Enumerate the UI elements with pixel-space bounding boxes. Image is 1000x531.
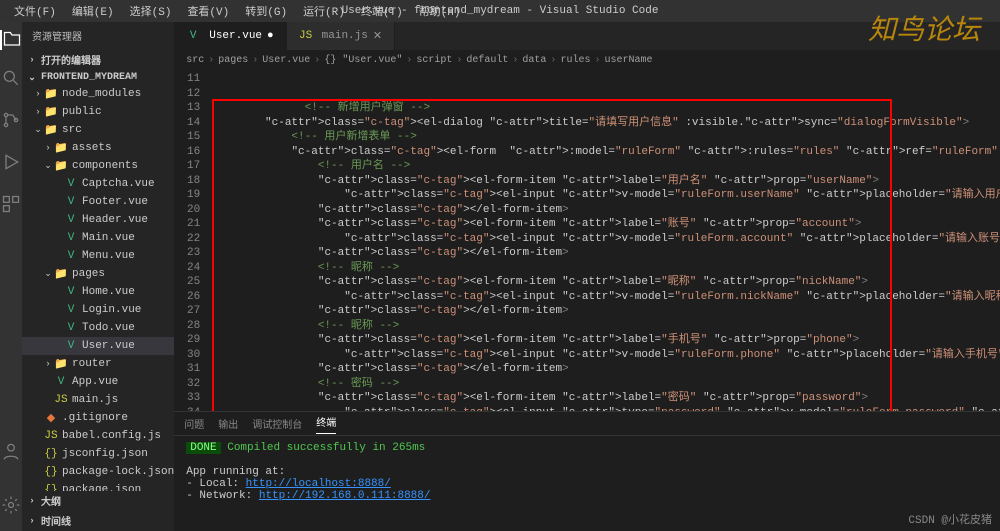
menu-goto[interactable]: 转到(G) <box>239 1 293 21</box>
breadcrumb-item[interactable]: default <box>466 55 508 66</box>
sidebar: 资源管理器 ›打开的编辑器 ⌄FRONTEND_MYDREAM ›📁node_m… <box>22 22 174 531</box>
editor-tab[interactable]: VUser.vue● <box>174 22 286 50</box>
terminal-tab[interactable]: 终端 <box>316 414 336 434</box>
breadcrumb-item[interactable]: rules <box>560 55 590 66</box>
sidebar-header: 资源管理器 <box>22 22 174 50</box>
breadcrumb-item[interactable]: data <box>522 55 546 66</box>
breadcrumb-item[interactable]: script <box>416 55 452 66</box>
debug-icon[interactable] <box>1 152 21 176</box>
tree-item[interactable]: JSbabel.config.js <box>22 427 174 445</box>
tree-item[interactable]: VCaptcha.vue <box>22 175 174 193</box>
tree-item[interactable]: VHeader.vue <box>22 211 174 229</box>
breadcrumbs[interactable]: src›pages›User.vue›{} "User.vue"›script›… <box>174 50 1000 70</box>
terminal-tab[interactable]: 调试控制台 <box>252 416 302 432</box>
tree-item[interactable]: ›📁assets <box>22 139 174 157</box>
terminal-tab[interactable]: 输出 <box>218 416 238 432</box>
terminal-tab[interactable]: 问题 <box>184 416 204 432</box>
tree-item[interactable]: VLogin.vue <box>22 301 174 319</box>
breadcrumb-item[interactable]: {} "User.vue" <box>324 55 402 66</box>
settings-icon[interactable] <box>1 495 21 519</box>
local-url[interactable]: http://localhost:8888/ <box>246 478 391 490</box>
project-section[interactable]: ⌄FRONTEND_MYDREAM <box>22 70 174 85</box>
tree-item[interactable]: VHome.vue <box>22 283 174 301</box>
tree-item[interactable]: VTodo.vue <box>22 319 174 337</box>
activity-bar <box>0 22 22 531</box>
csdn-credit: CSDN @小花皮猪 <box>908 511 992 527</box>
search-icon[interactable] <box>1 68 21 92</box>
account-icon[interactable] <box>1 441 21 465</box>
watermark: 知鸟论坛 <box>868 8 980 48</box>
tree-item[interactable]: ›📁router <box>22 355 174 373</box>
menubar: 文件(F) 编辑(E) 选择(S) 查看(V) 转到(G) 运行(R) 终端(T… <box>0 0 1000 22</box>
tree-item[interactable]: ›📁node_modules <box>22 85 174 103</box>
network-url[interactable]: http://192.168.0.111:8888/ <box>259 490 431 502</box>
breadcrumb-item[interactable]: User.vue <box>262 55 310 66</box>
window-title: User.vue - frontend_mydream - Visual Stu… <box>336 3 665 19</box>
tree-item[interactable]: JSmain.js <box>22 391 174 409</box>
menu-edit[interactable]: 编辑(E) <box>66 1 120 21</box>
terminal-body[interactable]: DONE Compiled successfully in 265ms 22:3… <box>174 436 1000 531</box>
editor-area: VUser.vue●JSmain.js✕ src›pages›User.vue›… <box>174 22 1000 531</box>
code-content[interactable]: <!-- 新增用户弹窗 --> "c-attr">class="c-tag"><… <box>212 70 1000 411</box>
tree-item[interactable]: {}package-lock.json <box>22 463 174 481</box>
file-tree: ›📁node_modules›📁public⌄📁src›📁assets⌄📁com… <box>22 85 174 491</box>
breadcrumb-item[interactable]: userName <box>604 55 652 66</box>
outline-section[interactable]: ›大纲 <box>22 491 174 511</box>
tree-item[interactable]: ›📁public <box>22 103 174 121</box>
tree-item[interactable]: ◆.gitignore <box>22 409 174 427</box>
tree-item[interactable]: ⌄📁src <box>22 121 174 139</box>
tree-item[interactable]: VUser.vue <box>22 337 174 355</box>
menu-view[interactable]: 查看(V) <box>181 1 235 21</box>
terminal-panel: 问题输出调试控制台终端 + ▢ node ⫠ 🗑 ⋯ ⌄ ✕ DONE Comp… <box>174 411 1000 531</box>
done-badge: DONE <box>186 442 220 454</box>
editor-tab[interactable]: JSmain.js✕ <box>287 22 395 50</box>
tree-item[interactable]: VApp.vue <box>22 373 174 391</box>
tree-item[interactable]: ⌄📁pages <box>22 265 174 283</box>
line-gutter: 11 12 13 14 15 16 17 18 19 20 21 22 23 2… <box>174 70 212 411</box>
extensions-icon[interactable] <box>1 194 21 218</box>
tree-item[interactable]: VFooter.vue <box>22 193 174 211</box>
explorer-icon[interactable] <box>0 30 22 50</box>
tree-item[interactable]: VMain.vue <box>22 229 174 247</box>
tree-item[interactable]: ⌄📁components <box>22 157 174 175</box>
breadcrumb-item[interactable]: src <box>186 55 204 66</box>
menu-file[interactable]: 文件(F) <box>8 1 62 21</box>
scm-icon[interactable] <box>1 110 21 134</box>
tree-item[interactable]: {}jsconfig.json <box>22 445 174 463</box>
breadcrumb-item[interactable]: pages <box>218 55 248 66</box>
timeline-section[interactable]: ›时间线 <box>22 511 174 531</box>
menu-select[interactable]: 选择(S) <box>124 1 178 21</box>
tree-item[interactable]: VMenu.vue <box>22 247 174 265</box>
tree-item[interactable]: {}package.json <box>22 481 174 491</box>
open-editors-section[interactable]: ›打开的编辑器 <box>22 50 174 70</box>
terminal-tabs: 问题输出调试控制台终端 + ▢ node ⫠ 🗑 ⋯ ⌄ ✕ <box>174 412 1000 436</box>
